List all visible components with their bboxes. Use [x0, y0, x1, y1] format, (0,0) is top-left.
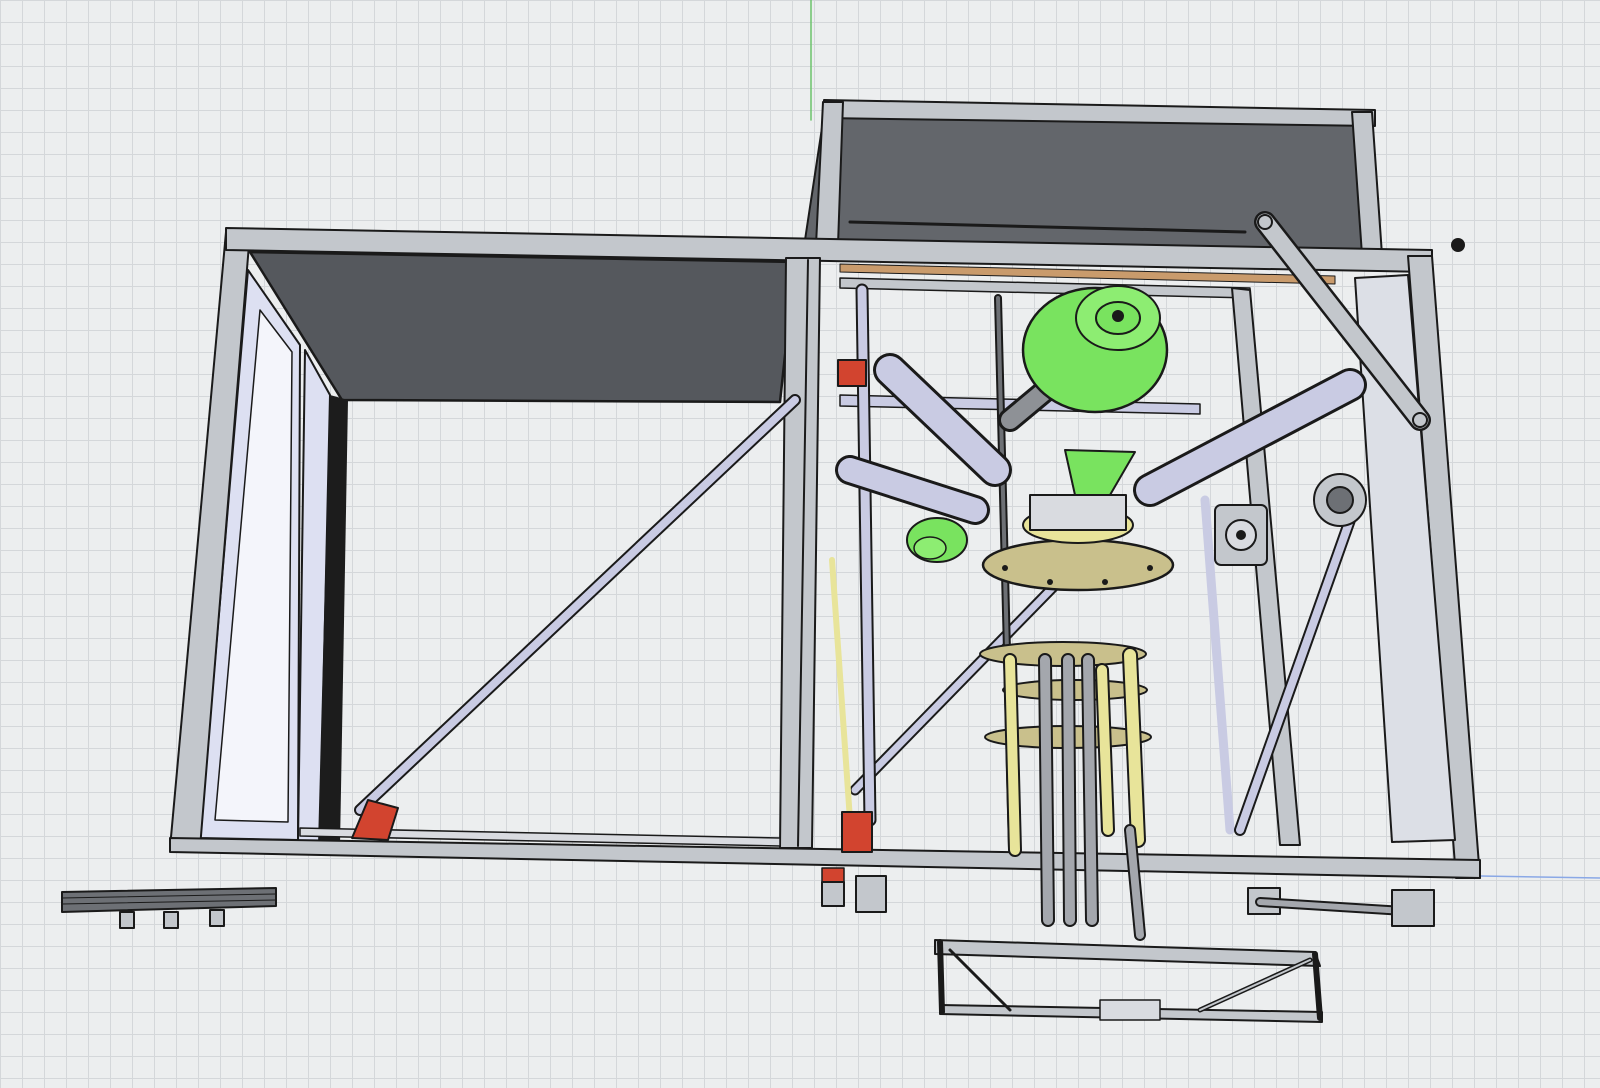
- end-effector: [981, 494, 1175, 592]
- tower-shaft-1-fill: [1040, 655, 1053, 925]
- left-diagonal-rod-fill: [356, 396, 799, 814]
- rear-cabinet-left-post: [815, 101, 844, 246]
- carriage-diag-2-fill: [1199, 959, 1311, 1011]
- effector-platform: [981, 538, 1175, 592]
- inner-top-beam: [839, 277, 1251, 299]
- yellow-rod: [829, 557, 853, 823]
- tower-shaft-3-fill: [1083, 655, 1097, 925]
- central-tower: [979, 641, 1152, 941]
- effector-bolt-1: [1002, 565, 1008, 571]
- upper-right-arm-joint-top: [1257, 214, 1273, 230]
- right-pulley-hub: [1236, 530, 1246, 540]
- tower-pillar-3-fill: [1124, 649, 1144, 846]
- loose-part-plate: [61, 887, 277, 913]
- cad-scene: [61, 0, 1600, 1023]
- upper-right-arm-joint-bottom: [1412, 412, 1428, 428]
- green-bracket: [1064, 449, 1136, 496]
- tower-pillar-1-fill: [1005, 655, 1020, 855]
- bottom-center-bracket: [841, 811, 873, 853]
- loose-part-tab-3: [209, 909, 225, 927]
- bottom-carriage: [934, 939, 1323, 1023]
- rear-cabinet: [804, 99, 1383, 256]
- tower-shaft-2-fill: [1063, 655, 1075, 925]
- carriage-left-post: [937, 939, 945, 1015]
- center-foot-1: [821, 881, 845, 907]
- right-foot-2: [1391, 889, 1435, 927]
- effector-bolt-3: [1102, 579, 1108, 585]
- motor-hub: [1112, 310, 1124, 322]
- carriage-top-frame: [934, 939, 1321, 967]
- center-foot-2: [855, 875, 887, 913]
- carriage-plate: [1099, 999, 1161, 1021]
- effector-bolt-4: [1147, 565, 1153, 571]
- tower-pillar-2-fill: [1097, 665, 1113, 835]
- cad-viewport[interactable]: [0, 0, 1600, 1088]
- small-green-motor-face: [913, 536, 947, 560]
- horizontal-axis-line: [1479, 875, 1600, 879]
- effector-bolt-2: [1047, 579, 1053, 585]
- top-left-bracket: [837, 359, 867, 387]
- loose-part-tab-1: [119, 911, 135, 929]
- upper-left-actuator-fill: [876, 356, 1009, 484]
- carriage-diag-1: [948, 948, 1012, 1012]
- corner-knob: [1451, 238, 1465, 252]
- far-right-gear-inner: [1326, 486, 1354, 514]
- loose-part-tab-2: [163, 911, 179, 929]
- left-roof-panel: [248, 250, 797, 404]
- effector-body: [1029, 494, 1127, 531]
- loose-part: [61, 887, 277, 929]
